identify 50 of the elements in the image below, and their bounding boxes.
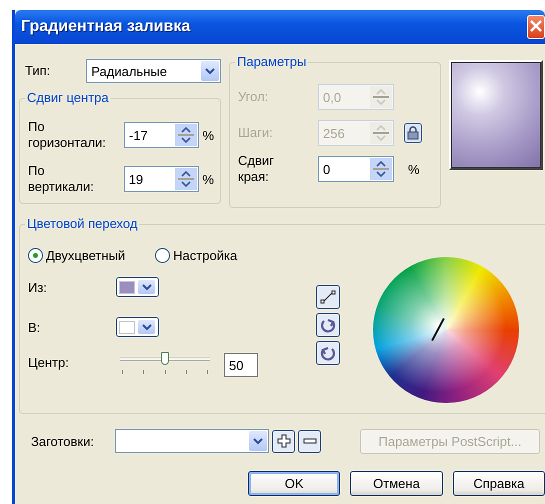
field-label: По горизонтали:: [28, 119, 107, 151]
number-field[interactable]: 19: [124, 166, 200, 192]
field-label: Тип:: [25, 63, 52, 79]
number-field[interactable]: 0: [318, 156, 394, 182]
rotate-right-icon: [320, 345, 336, 361]
remove-button[interactable]: [298, 430, 321, 452]
chevron-down-icon: [142, 324, 152, 330]
radio-button[interactable]: Двухцветный: [28, 248, 126, 262]
dialog-button[interactable]: Справка: [452, 471, 545, 496]
window-title: Градиентная заливка: [21, 18, 190, 36]
direction-button[interactable]: [316, 341, 340, 365]
unit-label: %: [408, 162, 420, 176]
group-title: Параметры: [235, 54, 308, 69]
spin-buttons[interactable]: [370, 158, 392, 180]
direction-button[interactable]: [316, 285, 340, 309]
field-label: Сдвиг края:: [238, 153, 275, 185]
type-dropdown[interactable]: Радиальные: [86, 59, 221, 83]
lock-icon: [407, 126, 419, 140]
field-label: Центр:: [28, 354, 70, 370]
rotate-left-icon: [320, 317, 336, 333]
plus-icon: [276, 434, 290, 448]
chevron-down-icon: [142, 284, 152, 290]
close-icon: [529, 18, 543, 32]
slider-thumb[interactable]: [161, 352, 169, 365]
add-button[interactable]: [272, 430, 295, 452]
dialog-button[interactable]: OK: [248, 471, 340, 496]
spin-buttons[interactable]: [175, 168, 198, 190]
number-field[interactable]: 50: [224, 353, 258, 377]
group-title: Сдвиг центра: [25, 90, 111, 105]
unit-label: %: [202, 172, 214, 186]
direction-button[interactable]: [316, 313, 340, 337]
color-picker-button[interactable]: [116, 277, 159, 297]
field-label: Заготовки:: [31, 434, 95, 448]
chevron-down-icon: [205, 68, 215, 74]
field-label: В:: [28, 320, 42, 334]
field-label: По вертикали:: [28, 163, 95, 195]
minus-icon: [302, 437, 316, 445]
close-button[interactable]: [527, 15, 545, 39]
group-title: Цветовой переход: [25, 216, 140, 231]
unit-label: %: [202, 128, 214, 142]
line-icon: [320, 289, 336, 305]
color-picker-button[interactable]: [116, 317, 159, 337]
field-label: Из:: [28, 280, 48, 294]
chevron-down-icon: [253, 438, 263, 444]
radio-button[interactable]: Настройка: [155, 248, 238, 262]
field-label: Шаги:: [238, 125, 274, 141]
number-field[interactable]: -17: [124, 122, 200, 148]
dialog-button[interactable]: Отмена: [350, 471, 443, 496]
field-label: Угол:: [238, 89, 270, 105]
spin-buttons[interactable]: [175, 124, 198, 146]
